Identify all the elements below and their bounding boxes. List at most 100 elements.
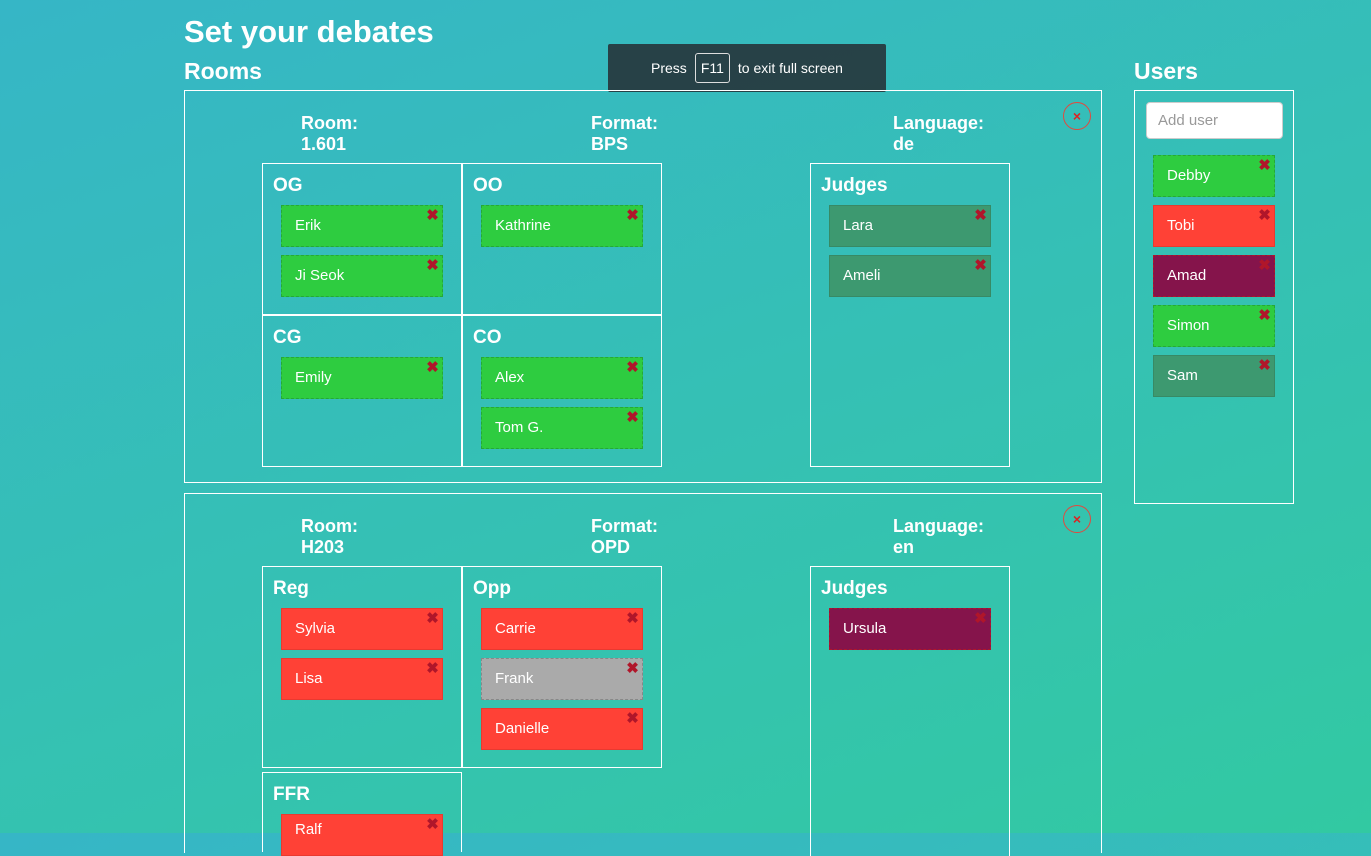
language-value: en [893,537,915,557]
remove-icon[interactable]: ✖ [974,208,987,223]
remove-room-button[interactable]: × [1063,102,1091,130]
member-chip[interactable]: Ralf ✖ [281,814,443,856]
remove-icon[interactable]: ✖ [974,258,987,273]
language-value: de [893,134,915,154]
member-chip[interactable]: Sylvia ✖ [281,608,443,650]
team-name: OO [473,175,503,196]
member-name: Tom G. [495,419,544,436]
remove-icon[interactable]: ✖ [426,611,439,626]
user-chip[interactable]: Simon ✖ [1153,305,1275,347]
remove-icon[interactable]: ✖ [626,208,639,223]
room-value: 1.601 [301,134,347,154]
member-name: Carrie [495,620,536,637]
format-info: Format: BPS [591,113,658,155]
fullscreen-notification: Press F11 to exit full screen [608,44,886,92]
team-name: FFR [273,784,310,805]
user-name: Sam [1167,367,1198,384]
member-name: Lisa [295,670,323,687]
fullscreen-suffix-text: to exit full screen [737,60,843,76]
judges-panel[interactable]: Judges Ursula ✖ [810,566,1010,856]
room-value: H203 [301,537,345,557]
remove-icon[interactable]: ✖ [1258,208,1271,223]
remove-icon[interactable]: ✖ [626,711,639,726]
member-name: Sylvia [295,620,336,637]
remove-icon[interactable]: ✖ [426,258,439,273]
user-chip[interactable]: Debby ✖ [1153,155,1275,197]
remove-icon[interactable]: ✖ [1258,358,1271,373]
team-name: CO [473,327,502,348]
team-opp[interactable]: Opp Carrie ✖ Frank ✖ Danielle ✖ [462,566,662,768]
member-chip[interactable]: Alex ✖ [481,357,643,399]
language-info: Language: de [893,113,984,155]
judge-chip[interactable]: Ameli ✖ [829,255,991,297]
member-chip[interactable]: Frank ✖ [481,658,643,700]
member-name: Kathrine [495,217,551,234]
user-name: Amad [1167,267,1207,284]
team-name: CG [273,327,302,348]
remove-icon[interactable]: ✖ [1258,308,1271,323]
remove-icon[interactable]: ✖ [426,360,439,375]
judge-chip[interactable]: Ursula ✖ [829,608,991,650]
users-heading: Users [1134,58,1198,84]
member-chip[interactable]: Kathrine ✖ [481,205,643,247]
member-name: Frank [495,670,534,687]
remove-icon[interactable]: ✖ [426,661,439,676]
member-name: Danielle [495,720,550,737]
format-info: Format: OPD [591,516,658,558]
remove-icon[interactable]: ✖ [426,208,439,223]
member-chip[interactable]: Lisa ✖ [281,658,443,700]
team-name: OG [273,175,303,196]
room-info: Room: H203 [301,516,358,558]
remove-icon[interactable]: ✖ [626,611,639,626]
member-name: Ji Seok [295,267,345,284]
team-name: Opp [473,578,511,599]
team-ffr[interactable]: FFR Ralf ✖ [262,772,462,856]
team-cg[interactable]: CG Emily ✖ [262,315,462,467]
remove-icon[interactable]: ✖ [1258,158,1271,173]
language-label: Language: [893,113,985,133]
format-label: Format: [591,516,658,536]
page-title: Set your debates [184,14,434,49]
remove-room-button[interactable]: × [1063,505,1091,533]
team-reg[interactable]: Reg Sylvia ✖ Lisa ✖ [262,566,462,768]
room-info: Room: 1.601 [301,113,358,155]
remove-icon[interactable]: ✖ [974,611,987,626]
f11-key: F11 [694,53,730,83]
judge-chip[interactable]: Lara ✖ [829,205,991,247]
member-chip[interactable]: Erik ✖ [281,205,443,247]
rooms-heading: Rooms [184,58,262,84]
judges-title: Judges [821,175,888,196]
remove-icon[interactable]: ✖ [1258,258,1271,273]
remove-icon[interactable]: ✖ [626,360,639,375]
team-og[interactable]: OG Erik ✖ Ji Seok ✖ [262,163,462,315]
user-chip[interactable]: Sam ✖ [1153,355,1275,397]
member-chip[interactable]: Emily ✖ [281,357,443,399]
member-name: Ralf [295,821,322,838]
judges-panel[interactable]: Judges Lara ✖ Ameli ✖ [810,163,1010,467]
remove-icon[interactable]: ✖ [626,410,639,425]
remove-icon[interactable]: ✖ [426,817,439,832]
user-chip[interactable]: Tobi ✖ [1153,205,1275,247]
user-chip[interactable]: Amad ✖ [1153,255,1275,297]
remove-icon[interactable]: ✖ [626,661,639,676]
member-chip[interactable]: Ji Seok ✖ [281,255,443,297]
member-chip[interactable]: Carrie ✖ [481,608,643,650]
room-label: Room: [301,113,358,133]
language-info: Language: en [893,516,984,558]
room-label: Room: [301,516,358,536]
member-name: Emily [295,369,332,386]
format-value: BPS [591,134,629,154]
member-chip[interactable]: Tom G. ✖ [481,407,643,449]
judge-name: Lara [843,217,874,234]
team-oo[interactable]: OO Kathrine ✖ [462,163,662,315]
user-name: Simon [1167,317,1210,334]
member-name: Erik [295,217,321,234]
judge-name: Ameli [843,267,881,284]
member-chip[interactable]: Danielle ✖ [481,708,643,750]
member-name: Alex [495,369,525,386]
add-user-input[interactable] [1146,102,1283,139]
user-name: Debby [1167,167,1211,184]
team-name: Reg [273,578,309,599]
team-co[interactable]: CO Alex ✖ Tom G. ✖ [462,315,662,467]
room-card: Room: 1.601 Format: BPS Language: de × O… [184,90,1102,483]
